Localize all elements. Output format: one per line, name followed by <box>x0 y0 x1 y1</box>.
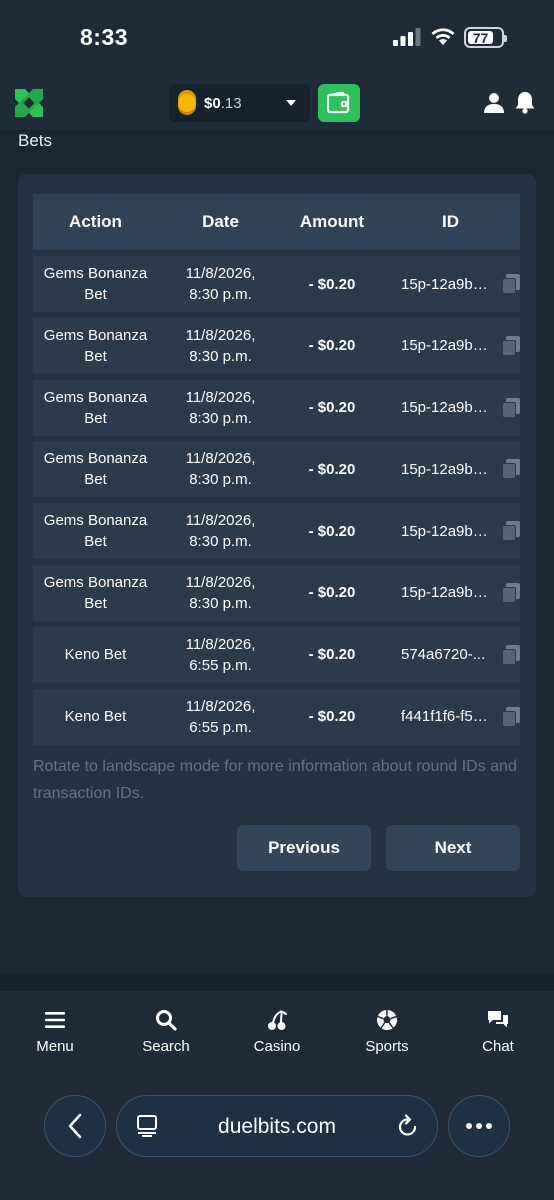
cell-date: 11/8/2026, 6:55 p.m. <box>185 635 256 674</box>
status-bar: 8:33 77 <box>0 0 554 76</box>
cell-date: 11/8/2026, 8:30 p.m. <box>185 388 256 427</box>
table-row: Gems Bonanza Bet 11/8/2026, 8:30 p.m. - $0… <box>33 503 521 560</box>
copy-icon[interactable] <box>502 706 521 727</box>
copy-icon[interactable] <box>502 335 521 356</box>
cell-action: Gems Bonanza Bet <box>43 573 148 612</box>
ellipsis-icon <box>466 1123 492 1129</box>
cherry-icon <box>268 1010 287 1030</box>
browser-toolbar: duelbits.com <box>0 1095 554 1159</box>
landscape-hint: Rotate to landscape mode for more inform… <box>33 758 517 802</box>
table-row: Gems Bonanza Bet 11/8/2026, 8:30 p.m. - $0… <box>33 256 521 312</box>
cell-date: 11/8/2026, 6:55 p.m. <box>185 697 256 736</box>
nav-search[interactable]: Search <box>121 1009 211 1055</box>
table-row: Keno Bet 11/8/2026, 6:55 p.m. - $0.20 574… <box>33 626 521 683</box>
menu-icon <box>45 1012 65 1028</box>
duelbits-logo-icon[interactable] <box>12 86 46 120</box>
more-options-button[interactable] <box>448 1095 510 1157</box>
user-icon[interactable] <box>483 92 505 114</box>
url-text: duelbits.com <box>218 1115 336 1138</box>
app-header: $0.13 <box>0 76 554 130</box>
balance-amount: $0.13 <box>204 94 242 112</box>
page-title: Bets <box>18 131 53 150</box>
cell-amount: - $0.20 <box>308 460 356 478</box>
cellular-signal-icon <box>393 28 421 46</box>
cell-date: 11/8/2026, 8:30 p.m. <box>185 450 256 489</box>
copy-icon[interactable] <box>502 274 521 294</box>
cell-id: f441f1f6-f54... <box>381 706 521 727</box>
cell-id: 15p-12a9b2... <box>381 521 521 542</box>
column-header-amount: Amount <box>299 212 365 231</box>
reload-icon[interactable] <box>397 1114 419 1138</box>
bets-card: Action Date Amount ID Gems Bonanza Bet 11… <box>18 174 536 897</box>
balance-selector[interactable]: $0.13 <box>169 84 310 122</box>
cell-id: 15p-12a9b2... <box>381 459 521 480</box>
cell-action: Gems Bonanza Bet <box>43 388 148 427</box>
cell-id: 15p-12a9b2... <box>381 582 521 603</box>
cell-id: 15p-12a9b2... <box>381 397 521 418</box>
nav-menu[interactable]: Menu <box>10 1009 100 1055</box>
copy-icon[interactable] <box>502 644 521 665</box>
column-header-date: Date <box>202 212 239 231</box>
chevron-left-icon <box>68 1113 82 1139</box>
cell-amount: - $0.20 <box>308 337 356 355</box>
cell-amount: - $0.20 <box>308 275 356 293</box>
column-header-action: Action <box>69 212 122 231</box>
cell-date: 11/8/2026, 8:30 p.m. <box>185 326 256 365</box>
table-row: Gems Bonanza Bet 11/8/2026, 8:30 p.m. - $0… <box>33 441 521 498</box>
chat-icon <box>488 1011 508 1028</box>
table-row: Keno Bet 11/8/2026, 6:55 p.m. - $0.20 f44… <box>33 688 521 745</box>
nav-casino[interactable]: Casino <box>232 1009 322 1055</box>
table-row: Gems Bonanza Bet 11/8/2026, 8:30 p.m. - $0… <box>33 379 521 436</box>
cell-date: 11/8/2026, 8:30 p.m. <box>185 265 256 303</box>
bets-table-body: Gems Bonanza Bet 11/8/2026, 8:30 p.m. - $0… <box>33 256 521 750</box>
cell-id: 15p-12a9b2... <box>381 335 521 356</box>
battery-icon: 77 <box>464 27 507 48</box>
cell-date: 11/8/2026, 8:30 p.m. <box>185 512 256 551</box>
cell-action: Gems Bonanza Bet <box>43 265 148 303</box>
previous-button[interactable]: Previous <box>237 825 371 871</box>
cell-amount: - $0.20 <box>308 399 356 417</box>
copy-icon[interactable] <box>502 582 521 603</box>
cell-amount: - $0.20 <box>308 522 356 540</box>
copy-icon[interactable] <box>502 459 521 480</box>
bell-icon[interactable] <box>514 90 536 114</box>
cell-action: Keno Bet <box>64 646 127 664</box>
status-time: 8:33 <box>80 24 129 50</box>
cell-amount: - $0.20 <box>308 584 356 602</box>
cell-amount: - $0.20 <box>308 708 356 726</box>
nav-sports[interactable]: Sports <box>342 1009 432 1055</box>
chevron-down-icon <box>286 100 296 106</box>
table-header: Action Date Amount ID <box>33 194 520 250</box>
column-header-id: ID <box>442 212 459 231</box>
bottom-nav: Menu Search Casino Sports Chat duelbits.… <box>0 991 554 1200</box>
soccer-ball-icon <box>377 1010 397 1030</box>
wallet-button[interactable] <box>318 84 360 122</box>
cell-date: 11/8/2026, 8:30 p.m. <box>185 573 256 612</box>
wallet-icon <box>327 92 350 114</box>
cell-action: Keno Bet <box>64 708 127 726</box>
nav-chat[interactable]: Chat <box>453 1009 543 1055</box>
coins-icon <box>178 94 196 112</box>
search-icon <box>156 1010 177 1031</box>
table-row: Gems Bonanza Bet 11/8/2026, 8:30 p.m. - $0… <box>33 564 521 621</box>
divider <box>0 975 554 991</box>
cell-amount: - $0.20 <box>308 646 356 664</box>
table-row: Gems Bonanza Bet 11/8/2026, 8:30 p.m. - $0… <box>33 317 521 374</box>
cell-action: Gems Bonanza Bet <box>43 450 148 489</box>
cell-id: 574a6720-... <box>381 644 521 665</box>
copy-icon[interactable] <box>502 521 521 542</box>
wifi-icon <box>431 28 455 45</box>
next-button[interactable]: Next <box>386 825 520 871</box>
address-bar[interactable]: duelbits.com <box>116 1095 438 1157</box>
cell-id: 15p-12a9b2... <box>381 274 521 294</box>
cell-action: Gems Bonanza Bet <box>43 512 148 551</box>
cell-action: Gems Bonanza Bet <box>43 326 148 365</box>
copy-icon[interactable] <box>502 397 521 418</box>
battery-level: 77 <box>468 30 493 46</box>
back-button[interactable] <box>44 1095 106 1157</box>
